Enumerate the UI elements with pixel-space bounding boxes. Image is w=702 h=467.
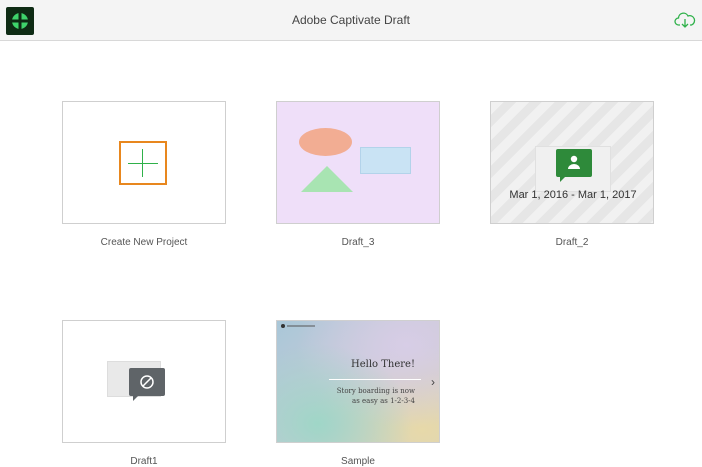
slide-title: Hello There! [351, 359, 415, 370]
person-speech-icon [556, 149, 592, 182]
create-new-project-tile[interactable] [62, 101, 226, 224]
disabled-speech-icon [129, 368, 165, 401]
draft1-tile[interactable] [62, 320, 226, 443]
app-title: Adobe Captivate Draft [291, 13, 411, 27]
app-header: Adobe Captivate Draft [0, 0, 702, 41]
date-range-text: Mar 1, 2016 - Mar 1, 2017 [509, 189, 637, 201]
chevron-right-icon[interactable]: › [431, 375, 435, 389]
create-new-project-label: Create New Project [100, 237, 188, 248]
draft1-label: Draft1 [130, 456, 158, 467]
slide-subtitle-line-2: as easy as 1-2-3-4 [352, 397, 415, 405]
draft-2-label: Draft_2 [555, 237, 589, 248]
rectangle-shape [360, 147, 411, 174]
draft-3-label: Draft_3 [341, 237, 375, 248]
slide-logo-dot [281, 324, 285, 328]
cloud-download-icon[interactable] [674, 11, 696, 29]
draft-2-tile[interactable]: Mar 1, 2016 - Mar 1, 2017 [490, 101, 654, 224]
slide-header-bar [287, 325, 315, 327]
ellipse-shape [299, 128, 352, 156]
triangle-shape [301, 166, 353, 192]
sample-tile[interactable]: Hello There! Story boarding is now as ea… [276, 320, 440, 443]
sample-label: Sample [341, 456, 375, 467]
plus-icon [119, 141, 167, 185]
slide-divider [329, 379, 421, 380]
slide-subtitle-line-1: Story boarding is now [336, 387, 415, 395]
draft-3-tile[interactable] [276, 101, 440, 224]
